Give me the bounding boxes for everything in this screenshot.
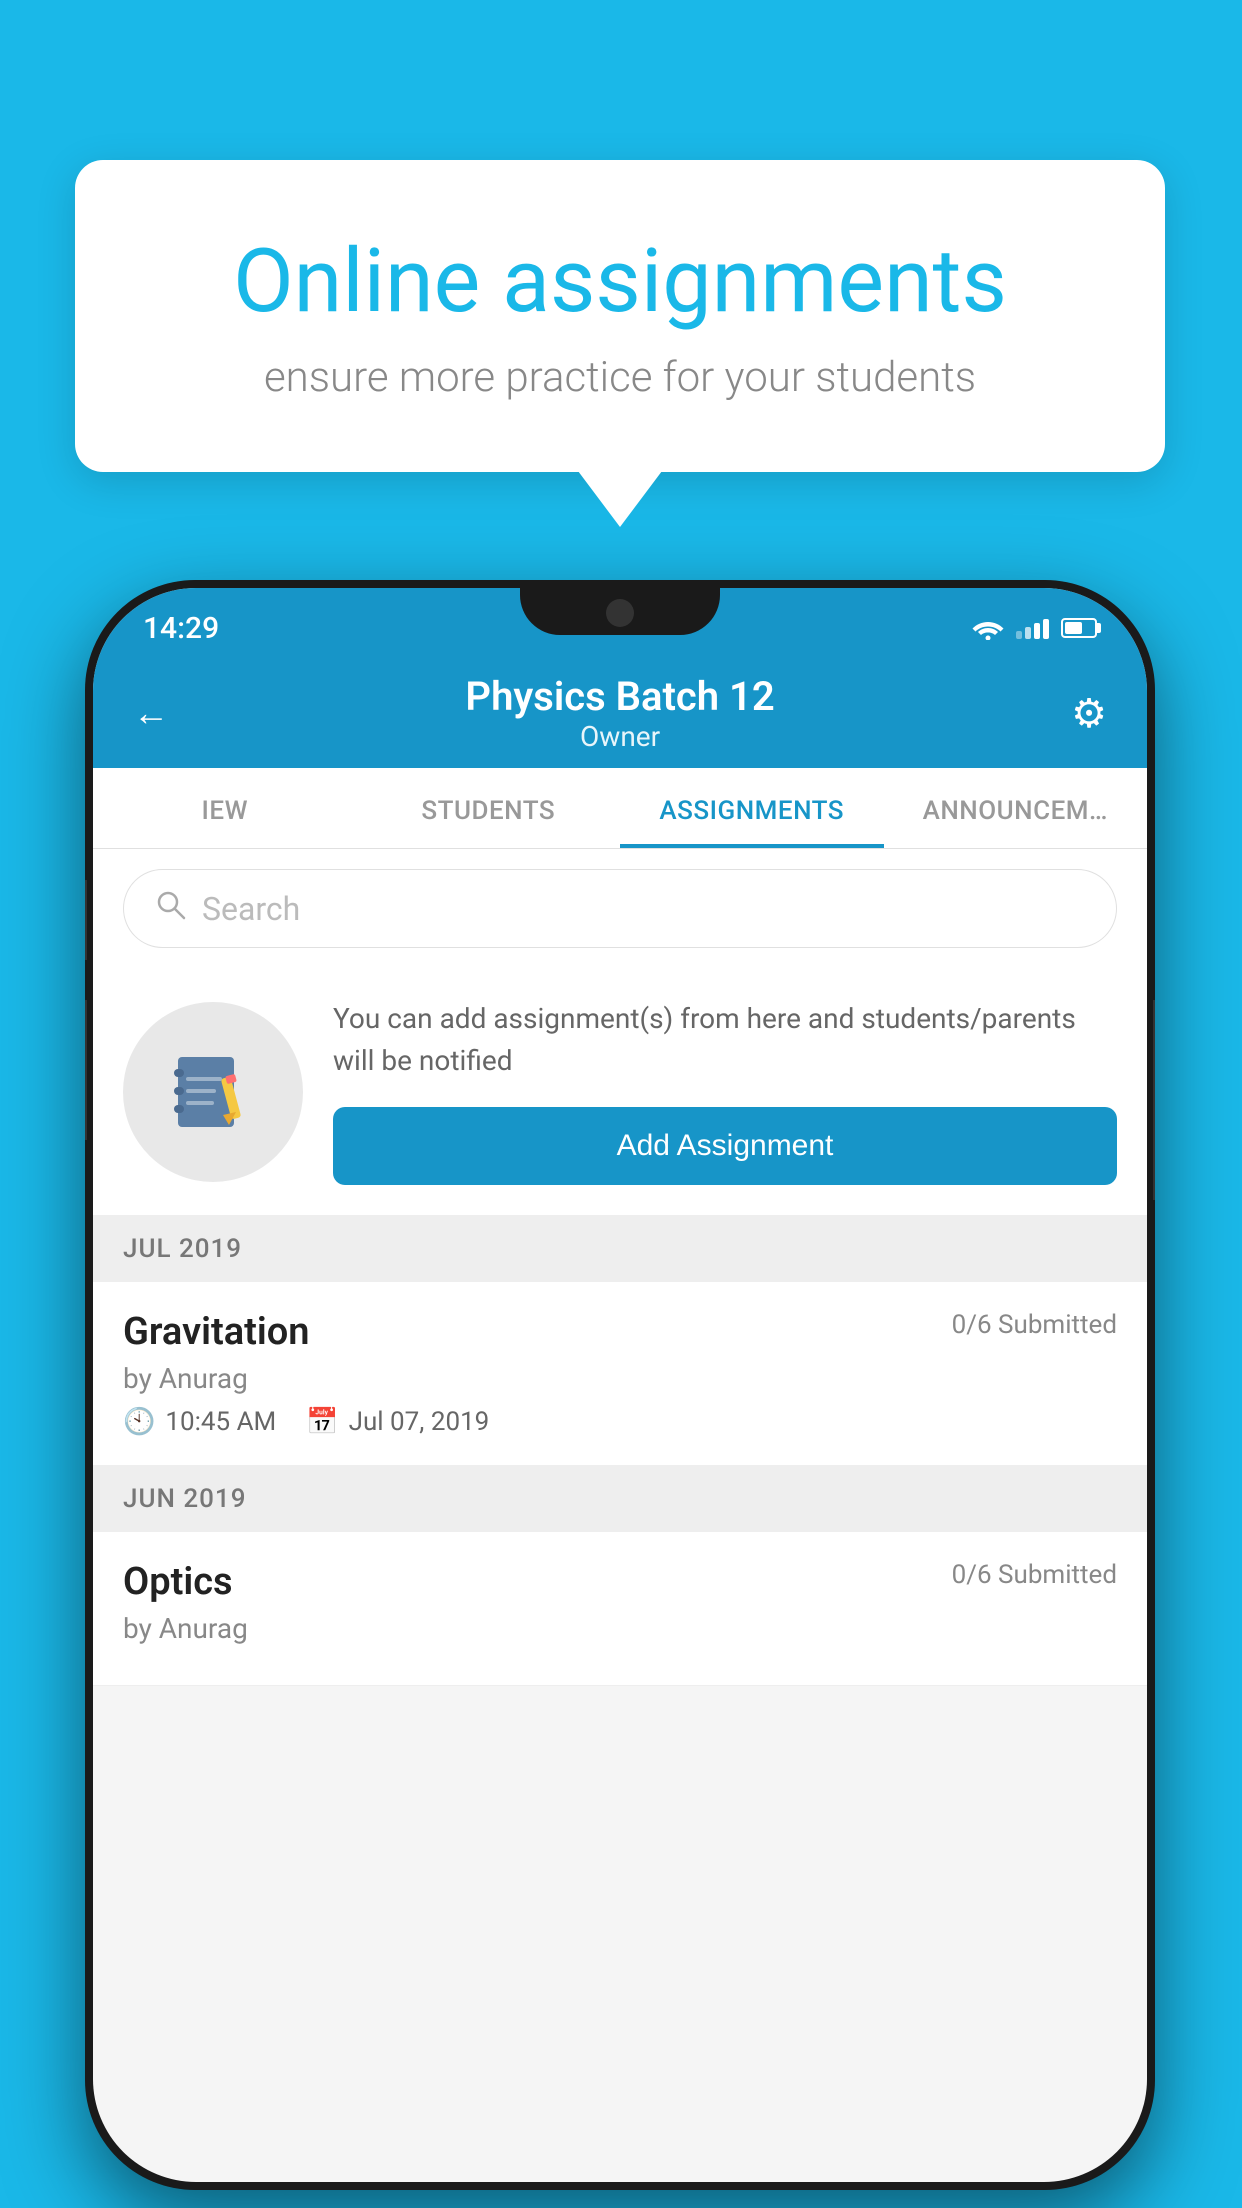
search-placeholder: Search xyxy=(202,890,300,928)
clock-icon: 🕙 xyxy=(123,1407,155,1437)
bubble-subtitle: ensure more practice for your students xyxy=(155,353,1085,402)
notebook-icon-circle xyxy=(123,1002,303,1182)
month-label-jul: JUL 2019 xyxy=(123,1234,242,1264)
status-time: 14:29 xyxy=(143,611,219,646)
bubble-title: Online assignments xyxy=(155,230,1085,333)
assignment-header: Gravitation 0/6 Submitted xyxy=(123,1310,1117,1354)
assignment-meta: 🕙 10:45 AM 📅 Jul 07, 2019 xyxy=(123,1407,1117,1437)
signal-icon xyxy=(1016,617,1049,639)
info-card: You can add assignment(s) from here and … xyxy=(93,968,1147,1216)
info-card-content: You can add assignment(s) from here and … xyxy=(333,998,1117,1185)
assignment-date: 📅 Jul 07, 2019 xyxy=(306,1407,489,1437)
search-bar[interactable]: Search xyxy=(123,869,1117,948)
info-card-description: You can add assignment(s) from here and … xyxy=(333,998,1117,1082)
assignment-time: 🕙 10:45 AM xyxy=(123,1407,276,1437)
tab-announcements[interactable]: ANNOUNCEM… xyxy=(884,768,1148,848)
tab-assignments[interactable]: ASSIGNMENTS xyxy=(620,768,884,848)
speech-bubble: Online assignments ensure more practice … xyxy=(75,160,1165,472)
battery-fill xyxy=(1065,622,1082,634)
notebook-icon xyxy=(168,1047,258,1137)
month-section-jun: JUN 2019 xyxy=(93,1466,1147,1532)
volume-down-button[interactable] xyxy=(85,1000,87,1140)
assignment-author: by Anurag xyxy=(123,1362,1117,1395)
phone-frame: 14:29 xyxy=(85,580,1155,2190)
assignment-author-optics: by Anurag xyxy=(123,1612,1117,1645)
month-section-jul: JUL 2019 xyxy=(93,1216,1147,1282)
battery-icon xyxy=(1061,618,1097,638)
tab-bar: IEW STUDENTS ASSIGNMENTS ANNOUNCEM… xyxy=(93,768,1147,849)
content-area: Search xyxy=(93,849,1147,1686)
assignment-name: Gravitation xyxy=(123,1310,310,1354)
assignment-item-optics[interactable]: Optics 0/6 Submitted by Anurag xyxy=(93,1532,1147,1686)
back-button[interactable]: ← xyxy=(133,692,169,734)
front-camera xyxy=(606,599,634,627)
settings-icon[interactable]: ⚙ xyxy=(1071,690,1107,737)
phone-screen: 14:29 xyxy=(93,588,1147,2182)
header-subtitle: Owner xyxy=(465,720,774,753)
wifi-icon xyxy=(972,616,1004,640)
tab-overview[interactable]: IEW xyxy=(93,768,357,848)
status-icons xyxy=(972,616,1097,640)
assignment-name-optics: Optics xyxy=(123,1560,233,1604)
month-label-jun: JUN 2019 xyxy=(123,1484,246,1514)
assignment-date-value: Jul 07, 2019 xyxy=(349,1407,490,1437)
assignment-header-optics: Optics 0/6 Submitted xyxy=(123,1560,1117,1604)
assignment-submitted-optics: 0/6 Submitted xyxy=(952,1560,1117,1590)
search-icon xyxy=(154,888,186,929)
header-title: Physics Batch 12 xyxy=(465,673,774,720)
phone-notch xyxy=(520,580,720,635)
tab-students[interactable]: STUDENTS xyxy=(357,768,621,848)
assignment-submitted: 0/6 Submitted xyxy=(952,1310,1117,1340)
calendar-icon: 📅 xyxy=(306,1407,338,1437)
add-assignment-button[interactable]: Add Assignment xyxy=(333,1107,1117,1185)
app-header: ← Physics Batch 12 Owner ⚙ xyxy=(93,658,1147,768)
volume-up-button[interactable] xyxy=(85,880,87,960)
assignment-time-value: 10:45 AM xyxy=(165,1407,276,1437)
power-button[interactable] xyxy=(1153,1000,1155,1200)
assignment-item-gravitation[interactable]: Gravitation 0/6 Submitted by Anurag 🕙 10… xyxy=(93,1282,1147,1466)
header-center: Physics Batch 12 Owner xyxy=(465,673,774,753)
